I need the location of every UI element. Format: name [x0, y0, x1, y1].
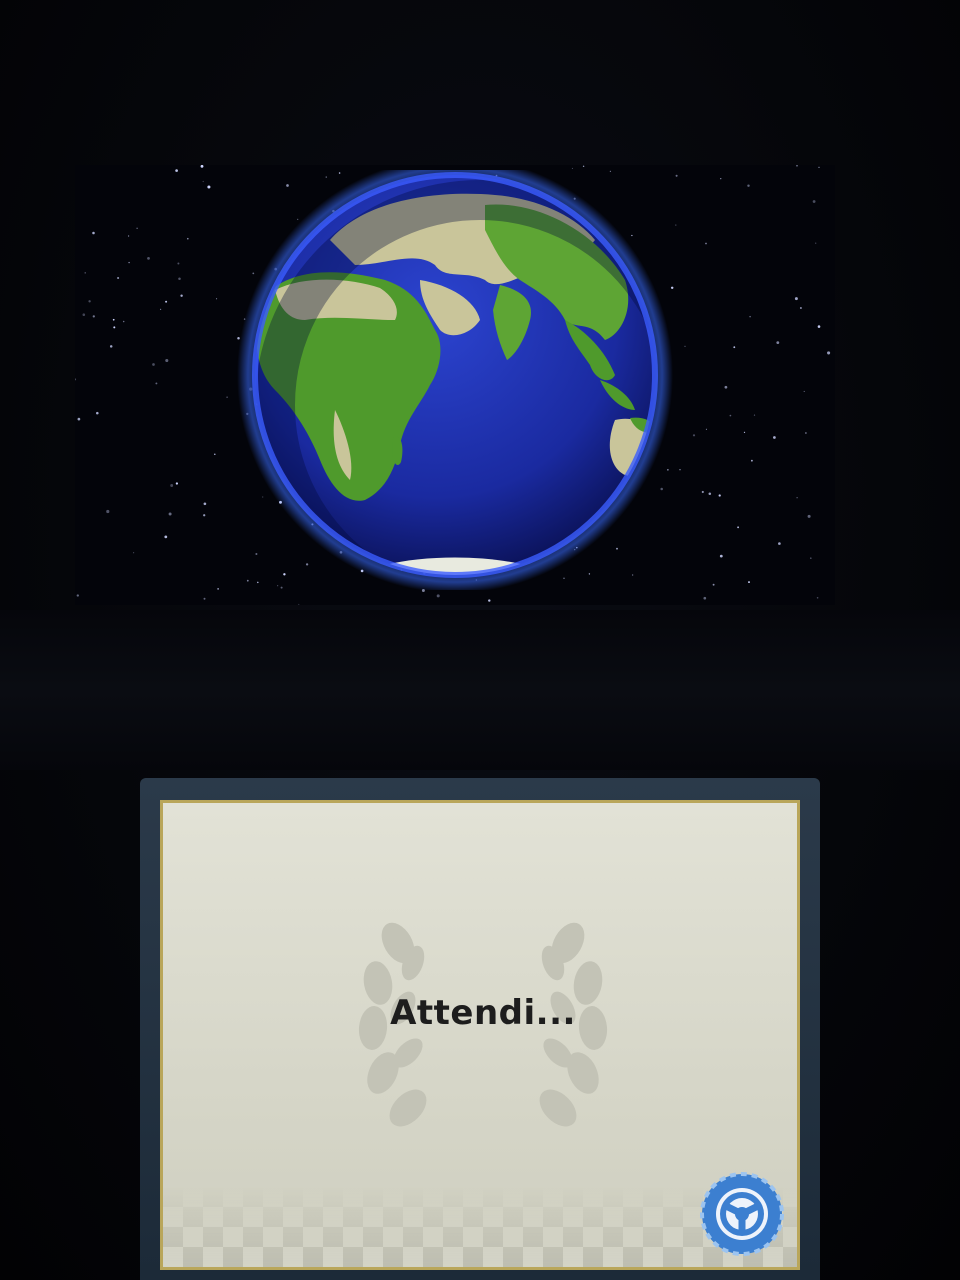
star — [729, 414, 732, 417]
star — [712, 583, 715, 586]
star — [571, 167, 573, 169]
star — [582, 165, 585, 168]
star — [692, 434, 696, 437]
console-hinge — [0, 610, 960, 770]
star — [778, 542, 781, 545]
star — [165, 358, 169, 363]
star — [816, 597, 819, 599]
star — [75, 378, 77, 381]
star — [815, 242, 817, 244]
star — [96, 411, 99, 415]
star — [77, 417, 81, 421]
star — [203, 502, 207, 506]
star — [747, 184, 750, 187]
star — [773, 436, 776, 439]
star — [753, 414, 756, 416]
star — [203, 514, 206, 517]
star — [152, 363, 155, 366]
star — [76, 594, 79, 597]
star — [675, 224, 677, 226]
star — [177, 262, 180, 265]
star — [705, 428, 707, 430]
star — [200, 165, 204, 168]
star — [803, 390, 805, 392]
star — [168, 512, 172, 516]
star — [170, 484, 174, 487]
star — [796, 165, 798, 167]
star — [217, 588, 219, 590]
star — [92, 315, 95, 318]
star — [155, 382, 158, 385]
star — [133, 552, 135, 554]
star — [705, 242, 707, 245]
star — [751, 459, 753, 462]
star — [117, 276, 120, 280]
star — [112, 318, 115, 321]
star — [703, 596, 707, 600]
star — [128, 235, 130, 237]
star — [718, 494, 721, 497]
star — [733, 346, 736, 349]
star — [122, 320, 125, 323]
star — [749, 315, 751, 318]
star — [776, 341, 780, 345]
star — [159, 308, 162, 311]
star — [679, 469, 681, 471]
star — [298, 603, 300, 605]
star — [226, 396, 228, 399]
star — [202, 180, 204, 183]
star — [488, 599, 491, 602]
star — [724, 385, 728, 389]
star — [216, 298, 218, 300]
star — [92, 231, 95, 235]
star — [175, 482, 179, 485]
star — [827, 351, 831, 355]
star — [203, 597, 206, 600]
star — [187, 237, 189, 240]
star — [106, 509, 110, 514]
star — [701, 490, 704, 494]
top-screen — [75, 165, 835, 605]
star — [737, 526, 740, 529]
star — [796, 497, 798, 499]
star — [818, 166, 820, 168]
star — [128, 261, 130, 264]
star — [436, 594, 440, 598]
star — [175, 169, 178, 172]
star — [805, 432, 807, 434]
star — [165, 300, 168, 303]
star — [810, 557, 812, 559]
star — [214, 453, 216, 456]
steering-wheel-icon[interactable] — [699, 1171, 785, 1257]
star — [88, 300, 91, 303]
star — [817, 325, 821, 328]
star — [794, 297, 798, 301]
star — [82, 313, 86, 316]
star — [719, 554, 723, 558]
game-console: Attendi... — [0, 0, 960, 1280]
star — [675, 174, 678, 177]
star — [136, 227, 138, 229]
star — [207, 185, 211, 189]
star — [812, 200, 816, 203]
bottom-screen: Attendi... — [160, 800, 800, 1270]
star — [147, 257, 150, 260]
star — [180, 294, 183, 297]
loading-status-text: Attendi... — [390, 993, 576, 1033]
star — [84, 272, 86, 274]
star — [113, 326, 116, 329]
earth-globe-icon — [237, 170, 673, 590]
star — [799, 307, 802, 309]
star — [807, 514, 811, 518]
star — [178, 277, 181, 280]
star — [164, 535, 168, 539]
star — [748, 581, 750, 584]
star — [720, 178, 722, 180]
star — [109, 345, 113, 348]
star — [743, 431, 746, 434]
star — [684, 345, 686, 347]
star — [708, 492, 712, 496]
